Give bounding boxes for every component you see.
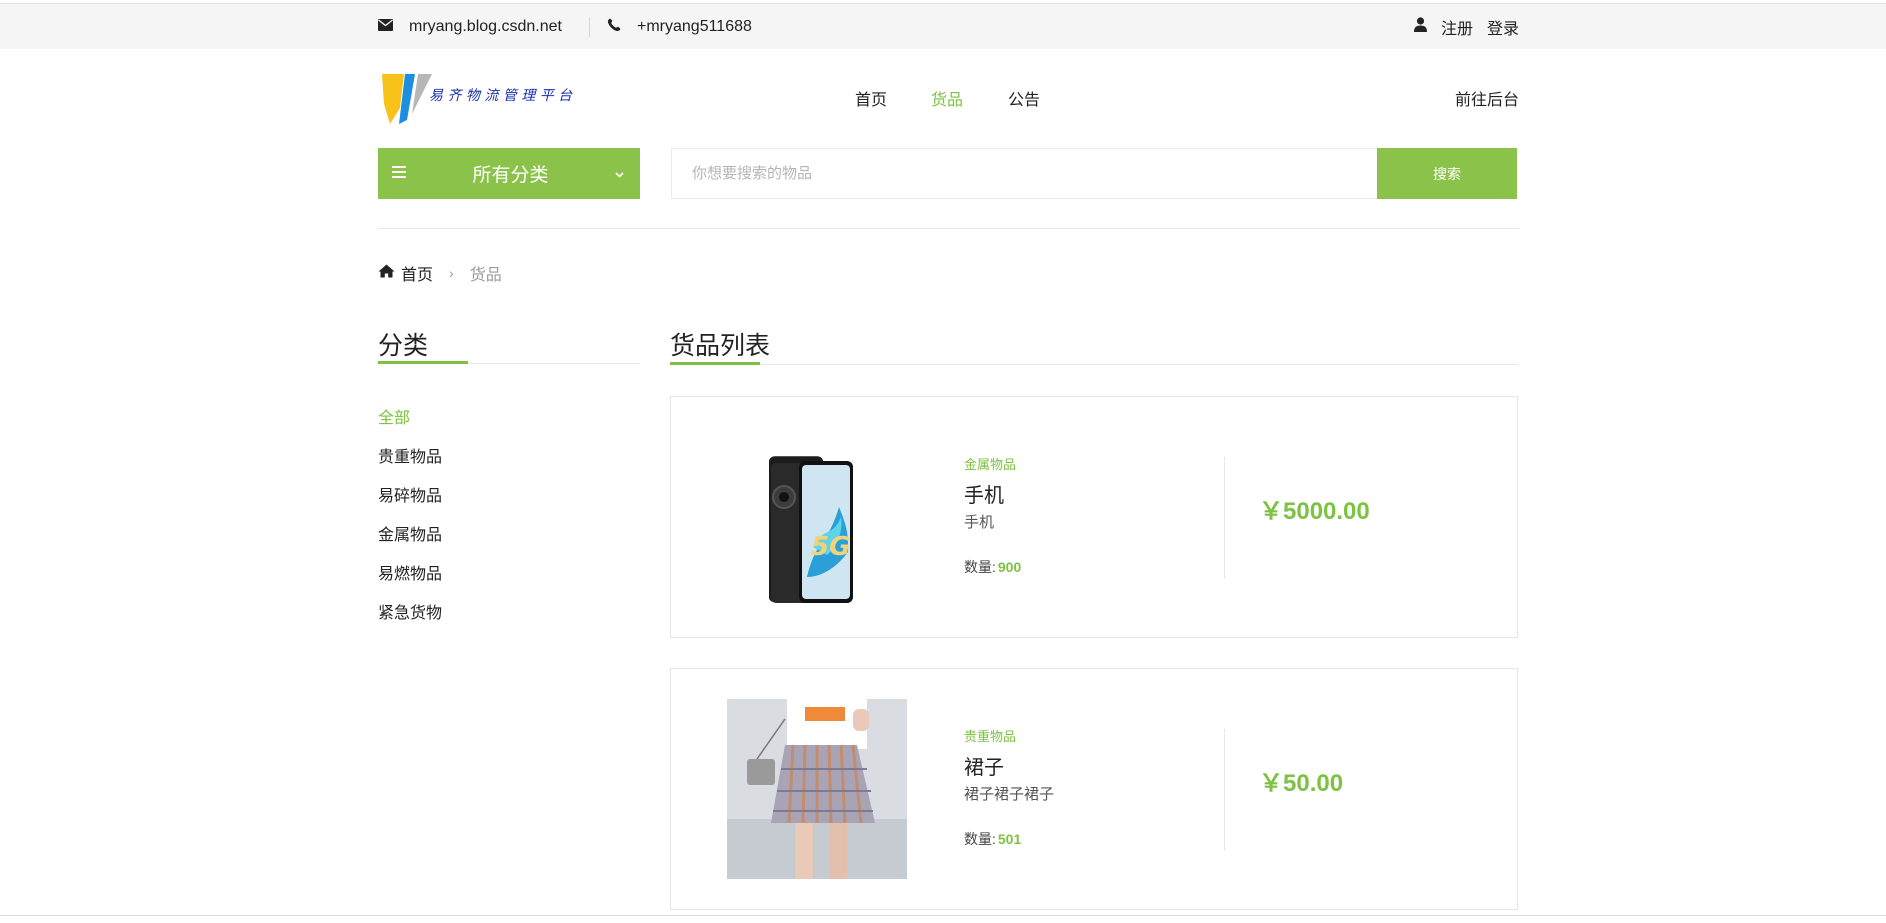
category-item-fragile[interactable]: 易碎物品 (378, 482, 442, 521)
phone-text: +mryang511688 (637, 18, 752, 35)
category-item-flammable[interactable]: 易燃物品 (378, 560, 442, 599)
product-list-title: 货品列表 (670, 332, 771, 360)
product-price: ￥5000.00 (1259, 498, 1370, 525)
email-text: mryang.blog.csdn.net (409, 18, 562, 35)
breadcrumb-current: 货品 (469, 267, 502, 284)
product-card[interactable]: 贵重物品 裙子 裙子裙子裙子 数量: 501 ￥50.00 (670, 668, 1518, 910)
all-categories-button[interactable]: 所有分类 (378, 148, 640, 199)
nav-notice[interactable]: 公告 (1008, 86, 1040, 110)
category-list: 全部 贵重物品 易碎物品 金属物品 易燃物品 紧急货物 (378, 404, 442, 638)
page-bottom-rule (0, 915, 1886, 916)
login-link[interactable]: 登录 (1487, 15, 1519, 39)
phone-icon (607, 18, 621, 37)
breadcrumb-home[interactable]: 首页 (401, 261, 433, 285)
home-icon (378, 264, 395, 283)
contact-email[interactable]: mryang.blog.csdn.net (378, 4, 562, 50)
sidebar-title: 分类 (378, 332, 429, 360)
product-image-skirt[interactable] (727, 699, 907, 879)
product-category[interactable]: 金属物品 (964, 454, 1016, 473)
search-button[interactable]: 搜索 (1377, 148, 1517, 199)
quantity-label: 数量: (964, 831, 996, 847)
header-divider (378, 228, 1519, 229)
backend-link[interactable]: 前往后台 (1455, 86, 1519, 110)
all-categories-label: 所有分类 (472, 165, 549, 186)
chevron-down-icon (615, 165, 624, 183)
card-divider (1224, 729, 1225, 851)
product-card[interactable]: 5G 金属物品 手机 手机 数量: 900 ￥5000.00 (670, 396, 1518, 638)
product-quantity: 数量: 900 (964, 557, 1021, 577)
quantity-value: 900 (997, 559, 1022, 575)
product-category[interactable]: 贵重物品 (964, 726, 1016, 745)
register-link[interactable]: 注册 (1441, 15, 1473, 39)
product-list-title-accent (670, 362, 760, 365)
contact-phone[interactable]: +mryang511688 (607, 4, 752, 50)
svg-text:易 齐 物 流 管 理 平 台: 易 齐 物 流 管 理 平 台 (429, 88, 573, 104)
product-name[interactable]: 裙子 (964, 751, 1004, 780)
menu-icon (392, 165, 406, 183)
sidebar-title-accent (378, 361, 468, 364)
category-item-all[interactable]: 全部 (378, 404, 442, 443)
site-logo[interactable]: 易 齐 物 流 管 理 平 台 (378, 70, 588, 126)
product-name[interactable]: 手机 (964, 479, 1004, 508)
category-item-metal[interactable]: 金属物品 (378, 521, 442, 560)
divider (589, 17, 590, 37)
nav-goods[interactable]: 货品 (931, 86, 963, 110)
chevron-right-icon: › (449, 265, 454, 281)
product-description: 裙子裙子裙子 (964, 786, 1055, 803)
search-input[interactable] (671, 148, 1377, 199)
product-quantity: 数量: 501 (964, 829, 1021, 849)
envelope-icon (378, 18, 393, 36)
product-list-title-rule (670, 364, 1518, 365)
category-item-urgent[interactable]: 紧急货物 (378, 599, 442, 638)
phone-5g-label: 5G (811, 532, 850, 562)
product-price: ￥50.00 (1259, 770, 1344, 797)
user-icon (1413, 17, 1427, 37)
nav-home[interactable]: 首页 (855, 86, 887, 110)
product-description: 手机 (964, 514, 995, 531)
quantity-label: 数量: (964, 559, 996, 575)
top-bar: mryang.blog.csdn.net +mryang511688 注册 登录 (0, 3, 1886, 49)
product-image-phone[interactable]: 5G (727, 427, 907, 607)
user-links: 注册 登录 (1413, 4, 1519, 50)
category-item-valuable[interactable]: 贵重物品 (378, 443, 442, 482)
card-divider (1224, 457, 1225, 579)
breadcrumb: 首页 › 货品 (378, 262, 502, 284)
quantity-value: 501 (997, 831, 1022, 847)
